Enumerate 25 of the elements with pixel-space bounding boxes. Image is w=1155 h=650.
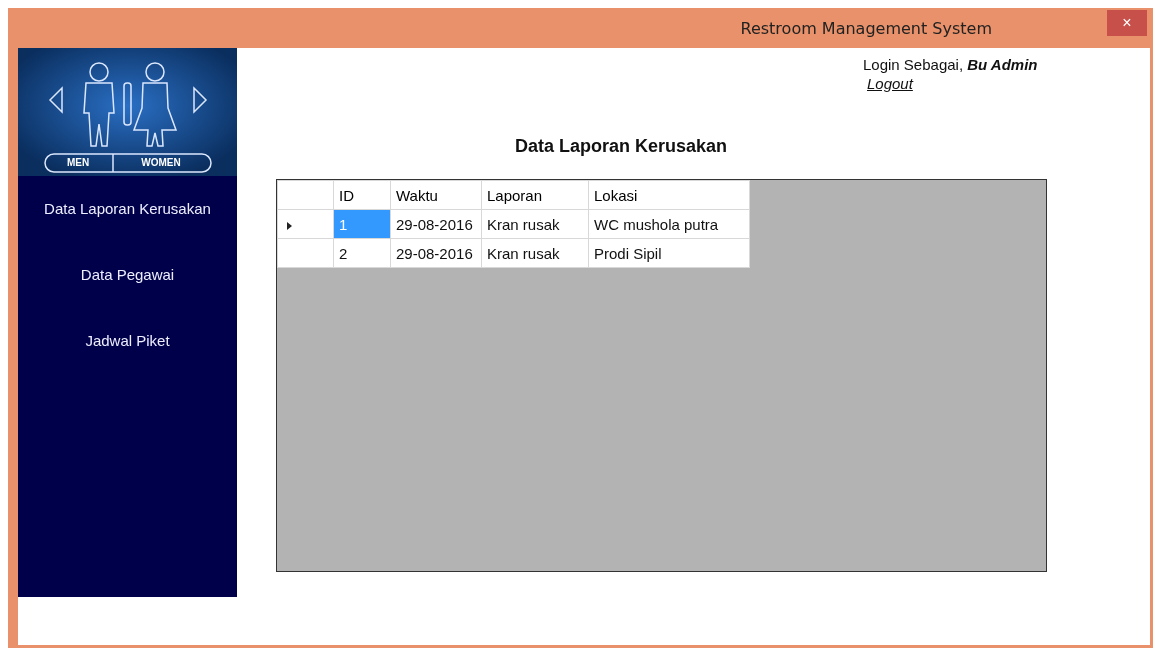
logo-text: MEN (65, 156, 91, 170)
window-title: Restroom Management System (740, 18, 992, 38)
table-cell: 2 (333, 238, 391, 268)
login-status: Login Sebagai, Bu Admin (863, 56, 1038, 73)
logout-link[interactable]: Logout (867, 75, 1038, 92)
logo-text: WOMEN (140, 156, 182, 170)
table-cell: 29-08-2016 (390, 238, 482, 268)
page-title: Data Laporan Kerusakan (515, 136, 729, 157)
table-cell: 29-08-2016 (390, 209, 482, 239)
column-header[interactable]: Laporan (481, 180, 589, 210)
row-header[interactable] (277, 238, 334, 268)
table-cell: WC mushola putra (588, 209, 750, 239)
column-header[interactable]: Waktu (390, 180, 482, 210)
column-header[interactable]: ID (333, 180, 391, 210)
row-header[interactable] (277, 209, 334, 239)
sidebar-item[interactable]: Data Pegawai (80, 266, 175, 284)
sidebar-item[interactable]: Jadwal Piket (85, 332, 170, 350)
close-button[interactable]: × (1107, 10, 1147, 36)
table-cell: 1 (333, 209, 391, 239)
table-cell: Kran rusak (481, 238, 589, 268)
table-cell: Prodi Sipil (588, 238, 750, 268)
column-header[interactable]: Lokasi (588, 180, 750, 210)
table-cell: Kran rusak (481, 209, 589, 239)
row-pointer-icon (287, 221, 292, 230)
sidebar-item[interactable]: Data Laporan Kerusakan (44, 200, 211, 218)
